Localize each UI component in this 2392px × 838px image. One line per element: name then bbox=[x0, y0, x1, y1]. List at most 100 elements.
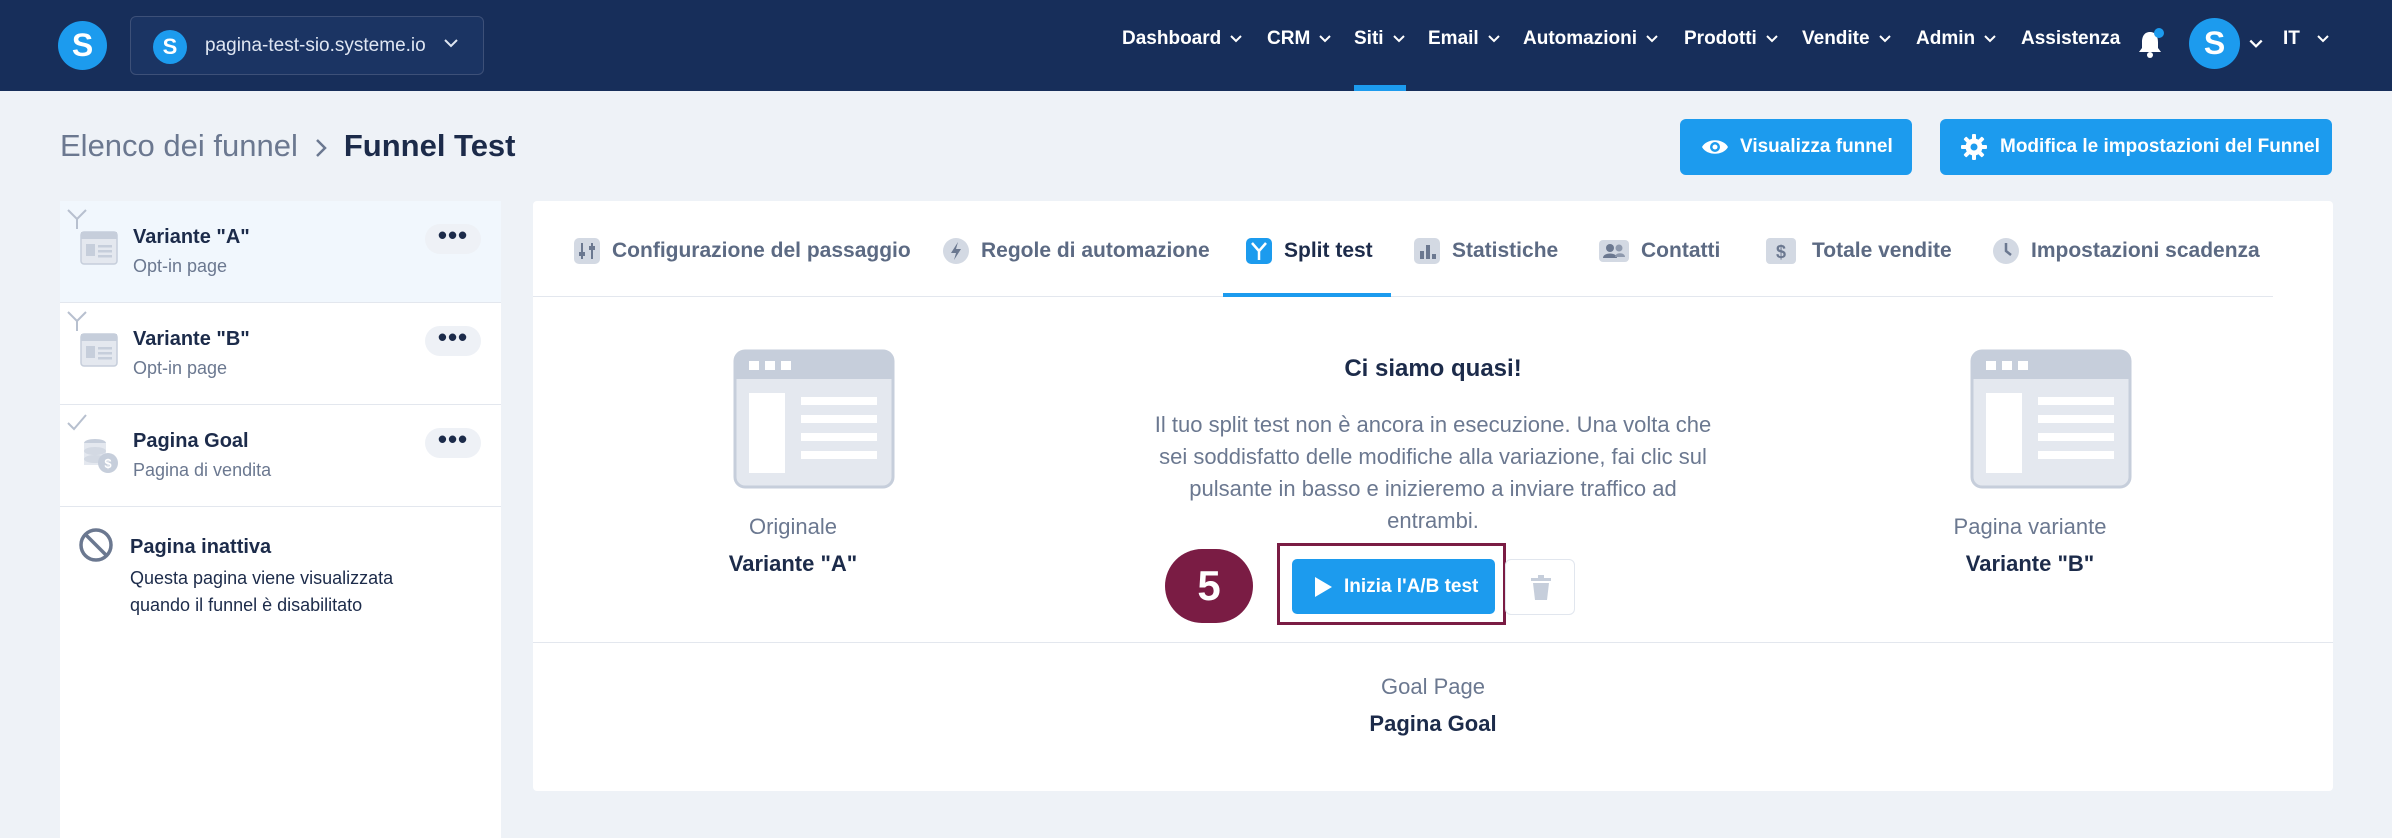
step-more-button[interactable]: ••• bbox=[425, 222, 481, 254]
original-variant-name: Variante "A" bbox=[728, 551, 858, 576]
funnel-steps-sidebar: Variante "A" Opt-in page ••• Variante "B… bbox=[60, 201, 501, 838]
svg-text:$: $ bbox=[1776, 242, 1786, 262]
tab-label: Totale vendite bbox=[1812, 239, 1952, 262]
inactive-page-item[interactable]: Pagina inattiva Questa pagina viene visu… bbox=[60, 507, 501, 627]
split-test-panel: Configurazione del passaggio Regole di a… bbox=[533, 201, 2333, 791]
variant-b-name: Variante "B" bbox=[1965, 551, 2095, 576]
nav-prodotti[interactable]: Prodotti bbox=[1684, 28, 1779, 58]
step-title: Pagina Goal bbox=[133, 430, 249, 452]
step-subtitle: Pagina di vendita bbox=[133, 460, 272, 480]
play-icon bbox=[1315, 577, 1332, 597]
step-more-button[interactable]: ••• bbox=[425, 324, 481, 356]
svg-text:$: $ bbox=[104, 456, 112, 471]
page-icon bbox=[80, 333, 118, 367]
site-selector[interactable]: S pagina-test-sio.systeme.io bbox=[130, 16, 484, 75]
nav-vendite[interactable]: Vendite bbox=[1802, 28, 1892, 58]
step-variant-a[interactable]: Variante "A" Opt-in page ••• bbox=[60, 201, 501, 303]
funnel-settings-button[interactable]: Modifica le impostazioni del Funnel bbox=[1940, 119, 2332, 175]
chevron-down-icon bbox=[1984, 35, 1996, 43]
bolt-icon bbox=[943, 238, 969, 264]
user-avatar[interactable]: S bbox=[2189, 18, 2240, 69]
tab-label: Configurazione del passaggio bbox=[612, 239, 911, 262]
split-test-description: Il tuo split test non è ancora in esecuz… bbox=[1154, 412, 1712, 533]
split-branch-icon bbox=[67, 209, 87, 229]
dollar-icon: $ bbox=[1766, 238, 1796, 264]
clock-icon bbox=[1993, 238, 2019, 264]
goal-page-name: Pagina Goal bbox=[1369, 711, 1497, 736]
nav-assistenza[interactable]: Assistenza bbox=[2021, 28, 2120, 58]
breadcrumb-funnel-list[interactable]: Elenco dei funnel bbox=[60, 128, 298, 163]
step-more-button[interactable]: ••• bbox=[425, 426, 481, 458]
inactive-page-description: Questa pagina viene visualizzata quando … bbox=[130, 568, 394, 615]
nav-email[interactable]: Email bbox=[1428, 28, 1501, 58]
breadcrumb: Elenco dei funnel Funnel Test bbox=[60, 128, 516, 164]
step-goal-page[interactable]: $ Pagina Goal Pagina di vendita ••• bbox=[60, 405, 501, 507]
nav-automazioni[interactable]: Automazioni bbox=[1523, 28, 1659, 58]
inactive-page-title: Pagina inattiva bbox=[130, 536, 272, 558]
nav-email-label: Email bbox=[1428, 28, 1479, 49]
view-funnel-button[interactable]: Visualizza funnel bbox=[1680, 119, 1912, 175]
ban-icon bbox=[79, 528, 113, 562]
chevron-down-icon bbox=[1766, 35, 1778, 43]
chevron-right-icon bbox=[315, 138, 327, 157]
nav-active-indicator bbox=[1354, 85, 1406, 91]
nav-crm[interactable]: CRM bbox=[1267, 28, 1332, 58]
bell-icon[interactable] bbox=[2136, 28, 2164, 58]
coins-icon: $ bbox=[84, 439, 118, 473]
nav-siti-label: Siti bbox=[1354, 28, 1384, 49]
step-variant-b[interactable]: Variante "B" Opt-in page ••• bbox=[60, 303, 501, 405]
chevron-down-icon bbox=[1392, 35, 1405, 43]
bar-chart-icon bbox=[1414, 238, 1440, 264]
site-selector-value: pagina-test-sio.systeme.io bbox=[205, 35, 426, 56]
check-icon bbox=[67, 414, 87, 431]
gear-icon bbox=[1961, 134, 1987, 160]
nav-dashboard-label: Dashboard bbox=[1122, 28, 1222, 49]
language-label: IT bbox=[2283, 28, 2300, 49]
eye-icon bbox=[1702, 140, 1728, 154]
nav-vendite-label: Vendite bbox=[1802, 28, 1870, 49]
split-icon bbox=[1246, 238, 1272, 264]
chevron-down-icon bbox=[1487, 35, 1500, 43]
original-caption: Originale bbox=[748, 514, 838, 539]
trash-icon bbox=[1531, 575, 1551, 600]
start-ab-test-button[interactable]: Inizia l'A/B test bbox=[1292, 559, 1495, 614]
chevron-down-icon bbox=[444, 39, 458, 48]
step-subtitle: Opt-in page bbox=[133, 256, 228, 276]
step-subtitle: Opt-in page bbox=[133, 358, 228, 378]
tab-label: Split test bbox=[1284, 239, 1373, 262]
active-tab-indicator bbox=[1223, 293, 1391, 297]
step-number-badge: 5 bbox=[1165, 549, 1253, 623]
nav-admin[interactable]: Admin bbox=[1916, 28, 1997, 58]
step-title: Variante "A" bbox=[133, 226, 250, 248]
top-navigation-bar: S S pagina-test-sio.systeme.io Dashboard… bbox=[0, 0, 2392, 91]
systeme-logo[interactable]: S bbox=[58, 21, 107, 70]
chevron-down-icon bbox=[1878, 35, 1891, 43]
chevron-down-icon bbox=[1230, 35, 1242, 43]
nav-siti[interactable]: Siti bbox=[1354, 28, 1406, 58]
chevron-down-icon bbox=[2317, 35, 2329, 43]
step-title: Variante "B" bbox=[133, 328, 250, 350]
chevron-down-icon bbox=[1319, 35, 1331, 43]
funnel-settings-label: Modifica le impostazioni del Funnel bbox=[2000, 136, 2320, 157]
goal-page-caption: Goal Page bbox=[1381, 674, 1485, 699]
variant-caption: Pagina variante bbox=[1953, 514, 2107, 539]
step-tabs: Configurazione del passaggio Regole di a… bbox=[533, 201, 2273, 297]
chevron-down-icon[interactable] bbox=[2248, 36, 2264, 52]
delete-variant-button[interactable] bbox=[1505, 559, 1575, 615]
nav-assistenza-label: Assistenza bbox=[2021, 28, 2121, 49]
chevron-down-icon bbox=[1646, 35, 1658, 43]
nav-crm-label: CRM bbox=[1267, 28, 1311, 49]
nav-dashboard[interactable]: Dashboard bbox=[1122, 28, 1243, 58]
divider bbox=[533, 642, 2333, 643]
language-selector[interactable]: IT bbox=[2283, 28, 2330, 58]
sliders-icon bbox=[574, 238, 600, 264]
tab-label: Regole di automazione bbox=[981, 239, 1210, 262]
tab-label: Statistiche bbox=[1452, 239, 1559, 262]
tab-label: Contatti bbox=[1641, 239, 1721, 262]
page-preview-icon bbox=[1970, 349, 2132, 489]
users-icon bbox=[1599, 240, 1629, 262]
split-branch-icon bbox=[67, 311, 87, 331]
page-icon bbox=[80, 231, 118, 265]
nav-automazioni-label: Automazioni bbox=[1523, 28, 1637, 49]
nav-admin-label: Admin bbox=[1916, 28, 1976, 49]
